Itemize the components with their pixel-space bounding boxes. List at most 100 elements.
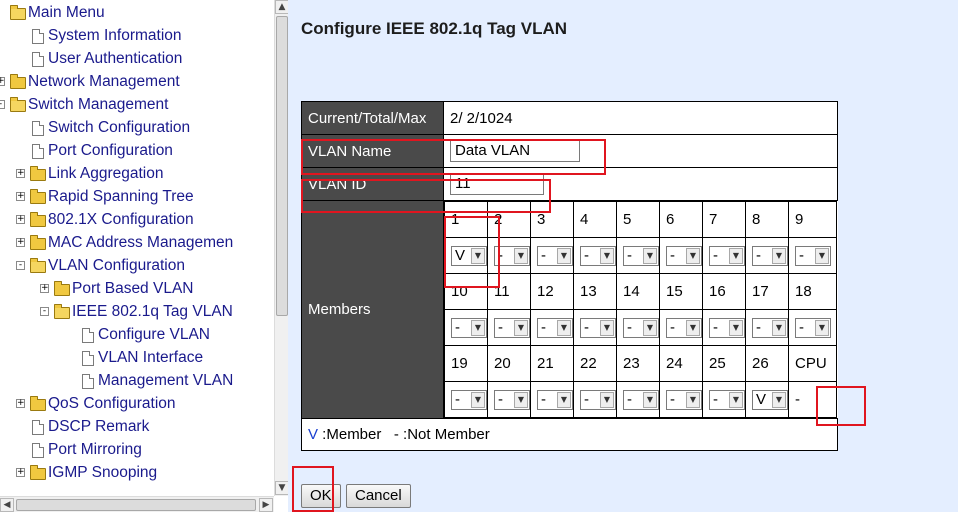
chevron-down-icon[interactable]: ▼ xyxy=(600,247,614,264)
port-member-select[interactable]: - ▼ xyxy=(666,317,702,338)
chevron-down-icon[interactable]: ▼ xyxy=(600,391,614,408)
tree-item[interactable]: + Rapid Spanning Tree xyxy=(0,185,275,208)
port-member-select[interactable]: - ▼ xyxy=(666,245,702,266)
port-member-select[interactable]: - ▼ xyxy=(795,317,831,338)
port-member-select[interactable]: - ▼ xyxy=(451,317,487,338)
tree-item-label: Port Configuration xyxy=(48,142,173,159)
expand-icon[interactable]: + xyxy=(16,468,25,477)
chevron-down-icon[interactable]: ▼ xyxy=(772,247,786,264)
expand-icon[interactable]: + xyxy=(16,238,25,247)
chevron-down-icon[interactable]: ▼ xyxy=(514,247,528,264)
chevron-down-icon[interactable]: ▼ xyxy=(815,247,829,264)
scroll-thumb-horizontal[interactable] xyxy=(16,499,256,511)
chevron-down-icon[interactable]: ▼ xyxy=(600,319,614,336)
chevron-down-icon[interactable]: ▼ xyxy=(686,247,700,264)
tree-item[interactable]: - Switch Management xyxy=(0,93,275,116)
chevron-down-icon[interactable]: ▼ xyxy=(471,391,485,408)
tree-item[interactable]: + MAC Address Managemen xyxy=(0,231,275,254)
collapse-icon[interactable]: - xyxy=(0,100,5,109)
chevron-down-icon[interactable]: ▼ xyxy=(686,391,700,408)
port-member-select[interactable]: - ▼ xyxy=(494,317,530,338)
collapse-icon[interactable]: - xyxy=(16,261,25,270)
document-icon xyxy=(82,328,94,343)
port-member-select[interactable]: - ▼ xyxy=(709,245,745,266)
port-member-select[interactable]: - ▼ xyxy=(752,317,788,338)
chevron-down-icon[interactable]: ▼ xyxy=(514,391,528,408)
ok-button[interactable]: OK xyxy=(301,484,341,508)
chevron-down-icon[interactable]: ▼ xyxy=(643,391,657,408)
expand-icon[interactable]: + xyxy=(0,77,5,86)
chevron-down-icon[interactable]: ▼ xyxy=(557,319,571,336)
port-number: 6 xyxy=(659,201,703,238)
chevron-down-icon[interactable]: ▼ xyxy=(729,319,743,336)
tree-item[interactable]: Main Menu xyxy=(0,1,275,24)
tree-item[interactable]: + Link Aggregation xyxy=(0,162,275,185)
chevron-down-icon[interactable]: ▼ xyxy=(643,247,657,264)
tree-horizontal-scrollbar[interactable]: ◀ ▶ xyxy=(0,496,274,512)
chevron-down-icon[interactable]: ▼ xyxy=(686,319,700,336)
port-member-select[interactable]: - ▼ xyxy=(623,389,659,410)
port-member-select[interactable]: - ▼ xyxy=(580,389,616,410)
tree-item[interactable]: Configure VLAN xyxy=(0,323,275,346)
collapse-icon[interactable]: - xyxy=(40,307,49,316)
chevron-down-icon[interactable]: ▼ xyxy=(643,319,657,336)
tree-item[interactable]: +802.1X Configuration xyxy=(0,208,275,231)
scroll-left-icon[interactable]: ◀ xyxy=(0,498,14,512)
port-member-select[interactable]: - ▼ xyxy=(451,389,487,410)
vlan-name-input[interactable]: Data VLAN xyxy=(450,140,580,162)
chevron-down-icon[interactable]: ▼ xyxy=(514,319,528,336)
scroll-up-icon[interactable]: ▲ xyxy=(275,0,288,14)
expand-icon[interactable]: + xyxy=(16,169,25,178)
chevron-down-icon[interactable]: ▼ xyxy=(471,319,485,336)
port-member-value: - xyxy=(799,246,804,264)
scroll-right-icon[interactable]: ▶ xyxy=(259,498,273,512)
scroll-down-icon[interactable]: ▼ xyxy=(275,481,288,495)
port-member-select[interactable]: - ▼ xyxy=(580,317,616,338)
tree-item[interactable]: - IEEE 802.1q Tag VLAN xyxy=(0,300,275,323)
port-member-select[interactable]: V ▼ xyxy=(451,245,487,266)
chevron-down-icon[interactable]: ▼ xyxy=(557,247,571,264)
expand-icon[interactable]: + xyxy=(16,399,25,408)
tree-item[interactable]: + Network Management xyxy=(0,70,275,93)
tree-item[interactable]: Port Configuration xyxy=(0,139,275,162)
port-member-select[interactable]: - ▼ xyxy=(623,317,659,338)
port-member-select[interactable]: - ▼ xyxy=(537,317,573,338)
tree-vertical-scrollbar[interactable]: ▲ ▼ xyxy=(274,0,288,496)
port-member-select[interactable]: - ▼ xyxy=(709,317,745,338)
chevron-down-icon[interactable]: ▼ xyxy=(772,391,786,408)
port-member-select[interactable]: - ▼ xyxy=(537,389,573,410)
cancel-button[interactable]: Cancel xyxy=(346,484,411,508)
expand-icon[interactable]: + xyxy=(40,284,49,293)
chevron-down-icon[interactable]: ▼ xyxy=(557,391,571,408)
port-member-select[interactable]: - ▼ xyxy=(537,245,573,266)
expand-icon[interactable]: + xyxy=(16,192,25,201)
chevron-down-icon[interactable]: ▼ xyxy=(815,319,829,336)
tree-item[interactable]: VLAN Interface xyxy=(0,346,275,369)
tree-item[interactable]: - VLAN Configuration xyxy=(0,254,275,277)
tree-item[interactable]: User Authentication xyxy=(0,47,275,70)
tree-item[interactable]: + IGMP Snooping xyxy=(0,461,275,484)
tree-item[interactable]: Switch Configuration xyxy=(0,116,275,139)
tree-item[interactable]: + Port Based VLAN xyxy=(0,277,275,300)
tree-item[interactable]: System Information xyxy=(0,24,275,47)
port-member-select[interactable]: - ▼ xyxy=(795,245,831,266)
tree-item[interactable]: Management VLAN xyxy=(0,369,275,392)
chevron-down-icon[interactable]: ▼ xyxy=(772,319,786,336)
tree-item[interactable]: DSCP Remark xyxy=(0,415,275,438)
expand-icon[interactable]: + xyxy=(16,215,25,224)
port-member-select[interactable]: - ▼ xyxy=(494,389,530,410)
tree-item[interactable]: + QoS Configuration xyxy=(0,392,275,415)
port-member-select[interactable]: - ▼ xyxy=(623,245,659,266)
port-member-select[interactable]: - ▼ xyxy=(494,245,530,266)
port-member-select[interactable]: - ▼ xyxy=(666,389,702,410)
port-member-select[interactable]: - ▼ xyxy=(709,389,745,410)
scroll-thumb[interactable] xyxy=(276,16,288,316)
vlan-id-input[interactable]: 11 xyxy=(450,173,544,195)
chevron-down-icon[interactable]: ▼ xyxy=(471,247,485,264)
port-member-select[interactable]: V ▼ xyxy=(752,389,788,410)
port-member-select[interactable]: - ▼ xyxy=(752,245,788,266)
chevron-down-icon[interactable]: ▼ xyxy=(729,247,743,264)
port-member-select[interactable]: - ▼ xyxy=(580,245,616,266)
tree-item[interactable]: Port Mirroring xyxy=(0,438,275,461)
chevron-down-icon[interactable]: ▼ xyxy=(729,391,743,408)
